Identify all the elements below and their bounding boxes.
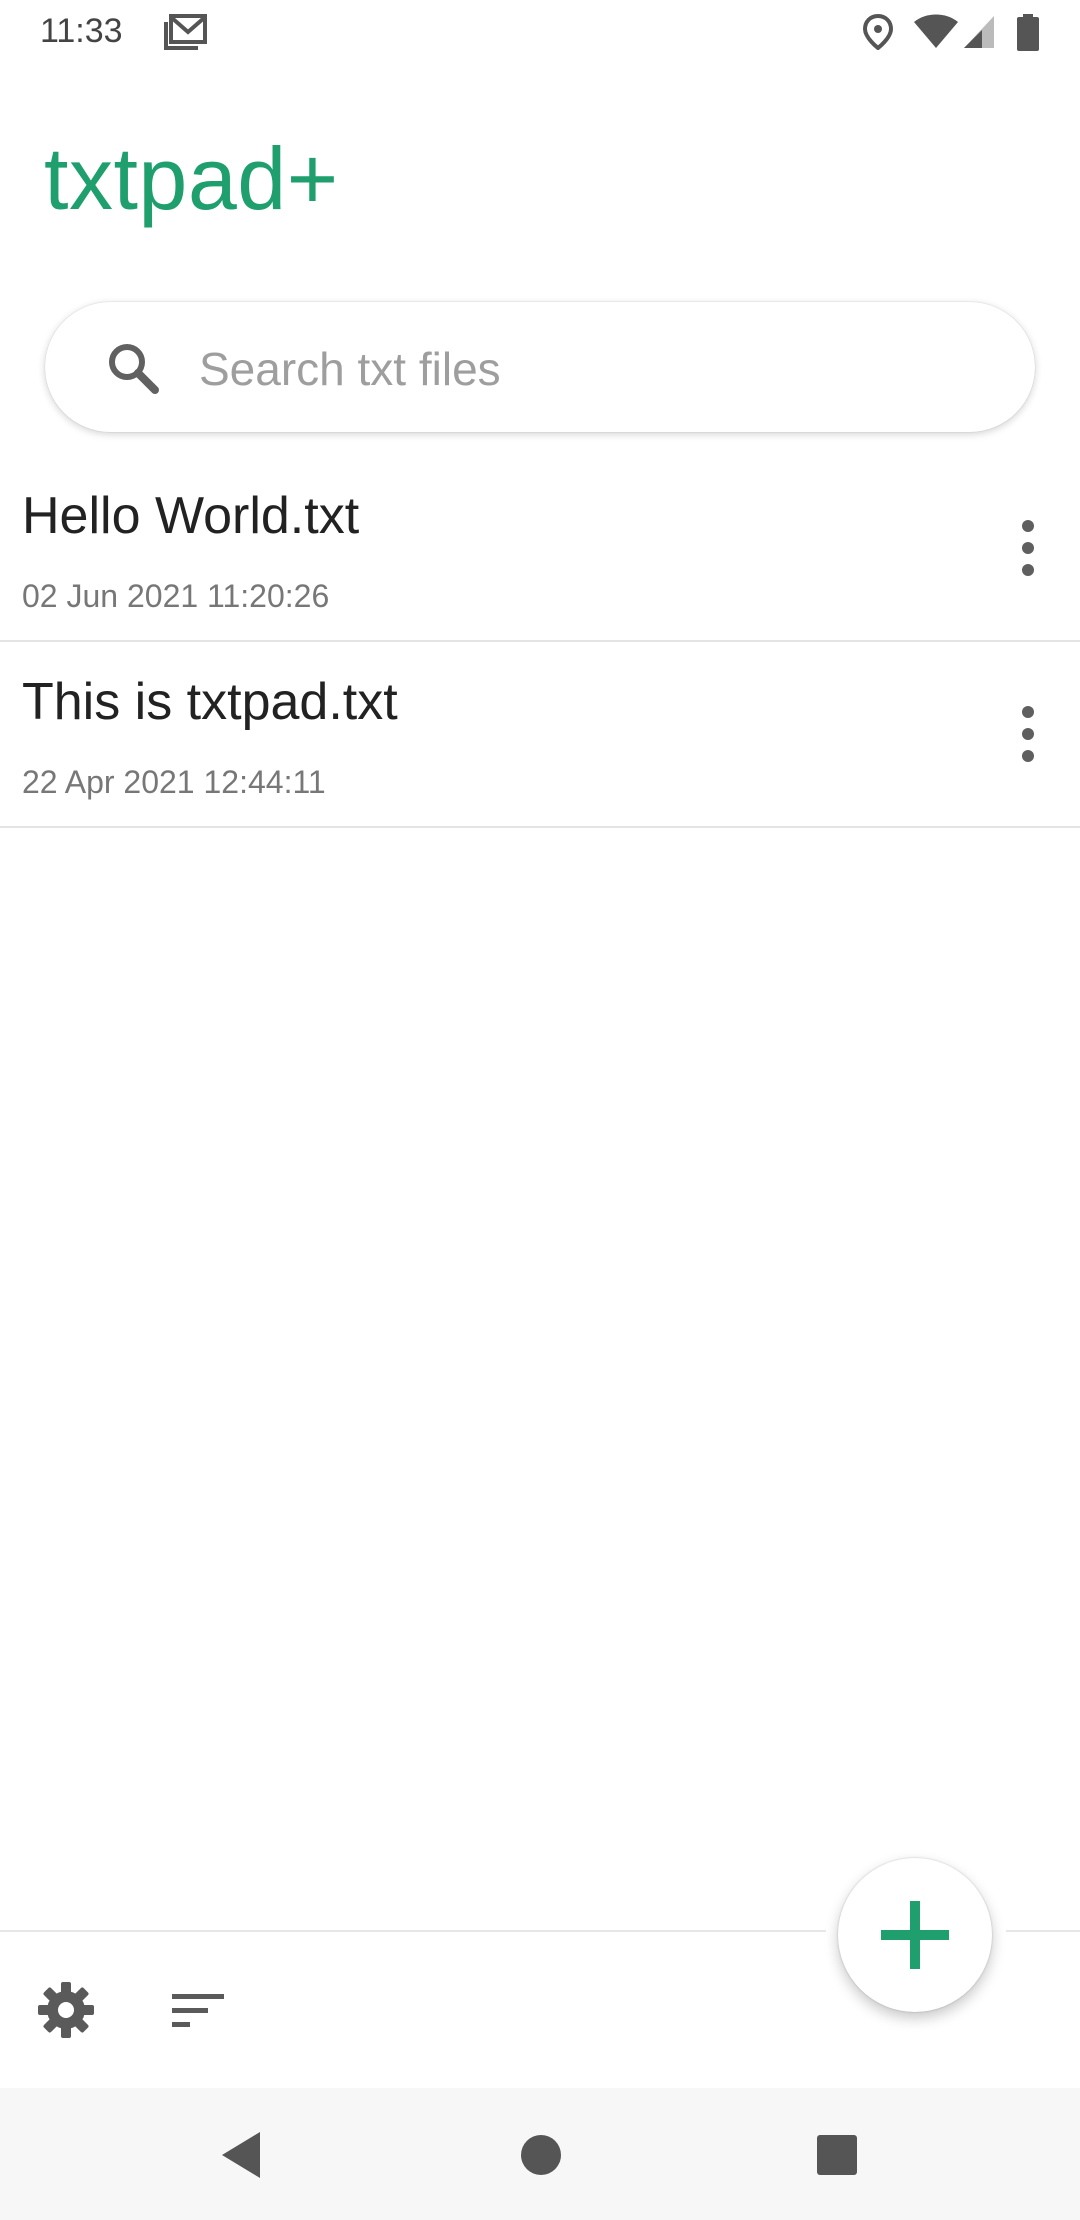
wifi-icon: [912, 14, 960, 55]
list-item[interactable]: This is txtpad.txt 22 Apr 2021 12:44:11: [0, 642, 1080, 828]
battery-icon: [1016, 14, 1040, 57]
more-options-button[interactable]: [998, 694, 1058, 774]
settings-button[interactable]: [34, 1978, 98, 2042]
back-icon[interactable]: [216, 2128, 266, 2187]
file-date: 22 Apr 2021 12:44:11: [22, 764, 326, 800]
search-icon[interactable]: [105, 340, 161, 401]
file-name: Hello World.txt: [22, 487, 360, 545]
file-date: 02 Jun 2021 11:20:26: [22, 578, 330, 614]
file-name: This is txtpad.txt: [22, 673, 398, 731]
sort-button[interactable]: [166, 1978, 230, 2042]
more-vert-icon: [1022, 520, 1034, 576]
file-list: Hello World.txt 02 Jun 2021 11:20:26 Thi…: [0, 456, 1080, 828]
search-input[interactable]: [197, 328, 981, 410]
cellular-icon: [962, 14, 996, 55]
recents-icon[interactable]: [814, 2128, 860, 2187]
status-bar: 11:33: [0, 0, 1080, 66]
app-title: txtpad+: [44, 129, 339, 228]
search-bar[interactable]: [45, 302, 1035, 432]
gear-icon: [38, 1982, 94, 2038]
status-time: 11:33: [40, 12, 123, 50]
plus-icon: [881, 1901, 949, 1969]
add-file-button[interactable]: [838, 1858, 992, 2012]
list-item[interactable]: Hello World.txt 02 Jun 2021 11:20:26: [0, 456, 1080, 642]
home-icon[interactable]: [518, 2128, 564, 2187]
sort-icon: [172, 1994, 224, 2027]
navigation-bar: [0, 2088, 1080, 2220]
location-icon: [862, 13, 894, 55]
more-options-button[interactable]: [998, 508, 1058, 588]
gmail-icon: [164, 14, 208, 55]
more-vert-icon: [1022, 706, 1034, 762]
